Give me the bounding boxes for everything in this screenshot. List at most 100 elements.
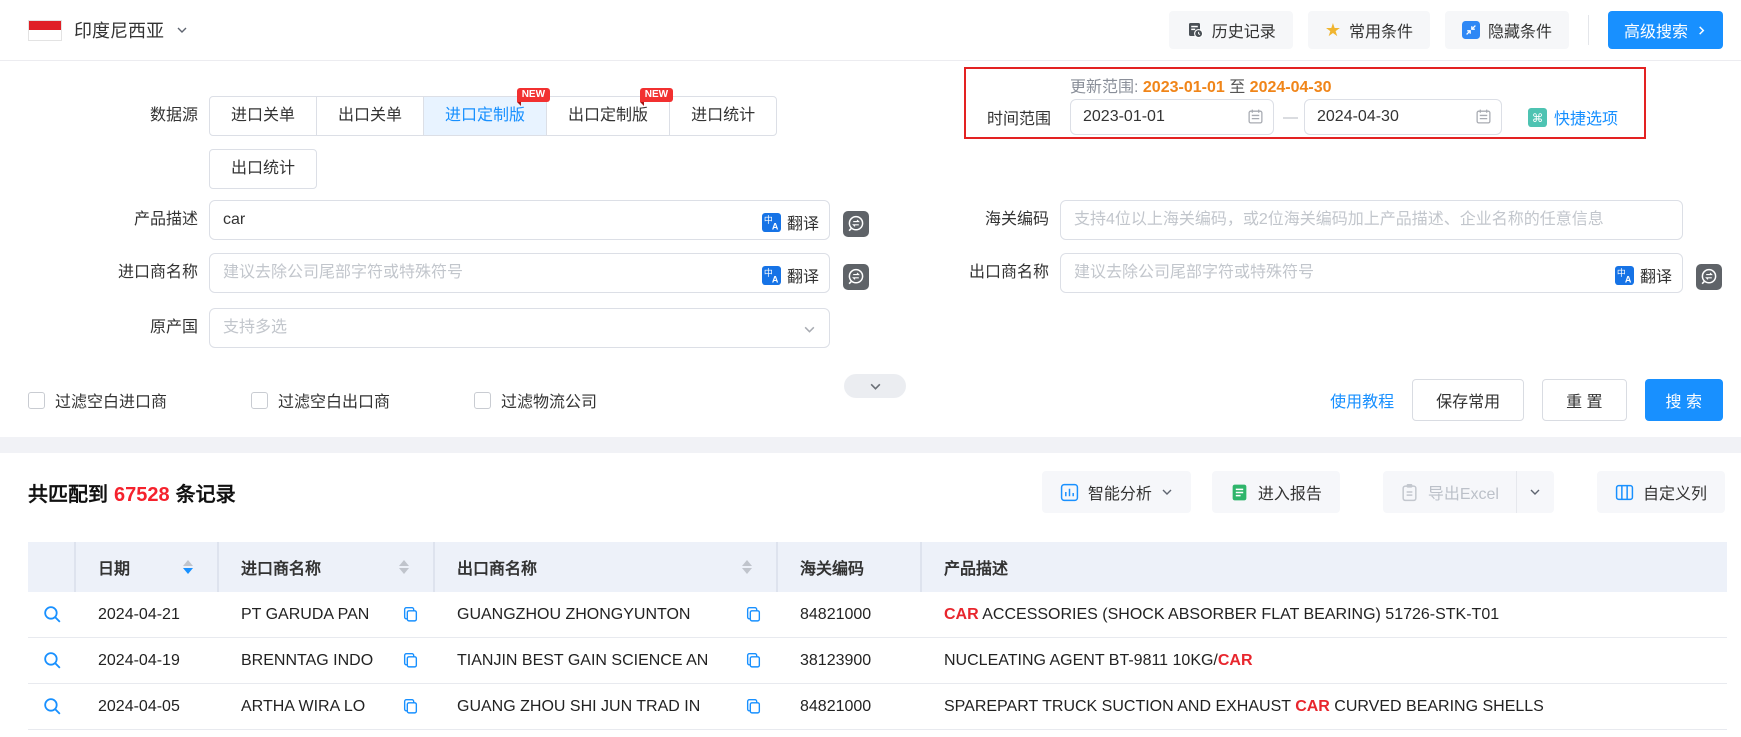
smart-analysis-button[interactable]: 智能分析 xyxy=(1041,471,1191,513)
copy-button[interactable] xyxy=(402,698,419,715)
checkbox[interactable] xyxy=(251,391,269,409)
cell-exporter: TIANJIN BEST GAIN SCIENCE AN xyxy=(435,652,778,670)
row-detail-search-button[interactable] xyxy=(42,696,63,717)
results-toolbar: 智能分析 进入报告 导出Excel 自定义列 xyxy=(1041,471,1725,513)
update-range: 更新范围: 2023-01-01 至 2024-04-30 xyxy=(1070,79,1332,96)
customize-columns-button[interactable]: 自定义列 xyxy=(1596,471,1725,513)
copy-button[interactable] xyxy=(402,606,419,623)
cell-hscode: 84821000 xyxy=(800,605,872,623)
copy-button[interactable] xyxy=(745,652,762,669)
cell-importer: PT GARUDA PAN xyxy=(219,606,435,624)
tutorial-link[interactable]: 使用教程 xyxy=(1330,388,1394,412)
translate-icon: 中A xyxy=(761,212,781,232)
header-action-col xyxy=(28,542,76,592)
calendar-icon xyxy=(1248,109,1263,124)
swap-search-icon xyxy=(1696,263,1722,290)
checkbox[interactable] xyxy=(474,391,492,409)
copy-icon xyxy=(403,607,418,622)
product-desc-label: 产品描述 xyxy=(133,211,198,228)
cell-product-desc: SPAREPART TRUCK SUCTION AND EXHAUST CAR … xyxy=(944,697,1544,715)
svg-text:⌘: ⌘ xyxy=(1532,111,1544,124)
chevron-down-icon xyxy=(804,326,815,333)
report-icon xyxy=(1232,484,1247,500)
tab-import-statistics[interactable]: 进口统计 xyxy=(669,96,778,136)
cell-date: 2024-04-19 xyxy=(98,651,180,669)
quick-options-button[interactable]: ⌘ 快捷选项 xyxy=(1528,105,1618,129)
copy-button[interactable] xyxy=(745,606,762,623)
filters-actions-row: 过滤空白进口商 过滤空白出口商 过滤物流公司 使用教程 保存常用 重 置 搜 索 xyxy=(28,379,1723,421)
importer-input[interactable] xyxy=(210,254,829,292)
importer-label: 进口商名称 xyxy=(117,264,198,281)
hscode-input[interactable] xyxy=(1061,201,1682,239)
row-detail-search-button[interactable] xyxy=(42,650,63,671)
form-actions: 使用教程 保存常用 重 置 搜 索 xyxy=(1330,379,1723,421)
importer-field: 中A 翻译 xyxy=(209,253,830,293)
results-header: 共匹配到 67528 条记录 智能分析 进入报告 导出Excel 自定义列 xyxy=(28,468,1725,516)
columns-icon xyxy=(1615,484,1634,500)
header-exporter[interactable]: 出口商名称 xyxy=(435,542,778,592)
sort-control[interactable] xyxy=(742,560,752,574)
date-to-field[interactable] xyxy=(1304,99,1502,135)
favorites-button[interactable]: ★ 常用条件 xyxy=(1307,11,1430,49)
sort-control[interactable] xyxy=(183,560,193,574)
translate-button[interactable]: 中A 翻译 xyxy=(761,210,819,234)
magnifier-icon xyxy=(43,652,60,669)
filter-blank-exporter[interactable]: 过滤空白出口商 xyxy=(251,388,390,412)
header-hscode: 海关编码 xyxy=(778,542,922,592)
copy-button[interactable] xyxy=(402,652,419,669)
svg-text:A: A xyxy=(1625,274,1632,284)
copy-button[interactable] xyxy=(745,698,762,715)
date-from-input[interactable] xyxy=(1071,100,1273,134)
date-to-input[interactable] xyxy=(1305,100,1501,134)
date-from-field[interactable] xyxy=(1070,99,1274,135)
tab-import-customs[interactable]: 进口关单 xyxy=(209,96,318,136)
translate-button[interactable]: 中A 翻译 xyxy=(1614,263,1672,287)
fuzzy-match-toggle[interactable] xyxy=(1696,263,1722,290)
cell-exporter: GUANGZHOU ZHONGYUNTON xyxy=(435,606,778,624)
search-button[interactable]: 搜 索 xyxy=(1644,379,1723,421)
export-options-dropdown[interactable] xyxy=(1515,471,1554,513)
cell-importer: BRENNTAG INDO xyxy=(219,652,435,670)
country-selector[interactable]: 印度尼西亚 xyxy=(28,17,188,43)
history-button[interactable]: 历史记录 xyxy=(1168,11,1293,49)
origin-select[interactable]: 支持多选 xyxy=(209,308,830,348)
product-desc-field: 中A 翻译 xyxy=(209,200,830,240)
cell-date: 2024-04-05 xyxy=(98,697,180,715)
table-row: 2024-04-05 ARTHA WIRA LO GUANG ZHOU SHI … xyxy=(28,684,1727,730)
sort-control[interactable] xyxy=(399,560,409,574)
tab-export-statistics[interactable]: 出口统计 xyxy=(209,149,318,189)
translate-button[interactable]: 中A 翻译 xyxy=(761,263,819,287)
copy-icon xyxy=(746,653,761,668)
cell-product-desc: NUCLEATING AGENT BT-9811 10KG/CAR xyxy=(944,651,1253,669)
filter-logistics-company[interactable]: 过滤物流公司 xyxy=(474,388,597,412)
checkbox[interactable] xyxy=(28,391,45,409)
highlighted-keyword: CAR xyxy=(1295,697,1330,715)
header-importer[interactable]: 进口商名称 xyxy=(219,542,435,592)
row-detail-search-button[interactable] xyxy=(42,604,63,625)
tab-export-customs[interactable]: 出口关单 xyxy=(316,96,425,136)
enter-report-button[interactable]: 进入报告 xyxy=(1211,471,1340,513)
divider xyxy=(1587,15,1589,45)
product-desc-row: 产品描述 中A 翻译 xyxy=(0,200,869,240)
filter-blank-importer[interactable]: 过滤空白进口商 xyxy=(28,388,167,412)
cell-importer: ARTHA WIRA LO xyxy=(219,698,435,716)
save-conditions-button[interactable]: 保存常用 xyxy=(1412,379,1525,421)
export-excel-button[interactable]: 导出Excel xyxy=(1383,471,1516,513)
highlighted-keyword: CAR xyxy=(944,605,979,623)
header-product-desc: 产品描述 xyxy=(944,561,1009,578)
exporter-input[interactable] xyxy=(1061,254,1682,292)
cell-hscode: 84821000 xyxy=(800,697,872,715)
chevron-right-icon xyxy=(1699,25,1705,35)
advanced-search-button[interactable]: 高级搜索 xyxy=(1607,11,1723,49)
export-excel-split-button: 导出Excel xyxy=(1382,471,1554,513)
export-excel-icon xyxy=(1402,483,1417,501)
tab-import-custom-edition[interactable]: 进口定制版 NEW xyxy=(423,88,551,136)
translate-icon: 中A xyxy=(1614,265,1634,285)
svg-text:A: A xyxy=(772,221,779,231)
header-date[interactable]: 日期 xyxy=(76,542,219,592)
hide-conditions-button[interactable]: 隐藏条件 xyxy=(1444,11,1569,49)
reset-button[interactable]: 重 置 xyxy=(1542,379,1627,421)
importer-row: 进口商名称 中A 翻译 xyxy=(0,253,869,293)
tab-export-custom-edition[interactable]: 出口定制版 NEW xyxy=(546,88,674,136)
product-desc-input[interactable] xyxy=(210,201,829,239)
